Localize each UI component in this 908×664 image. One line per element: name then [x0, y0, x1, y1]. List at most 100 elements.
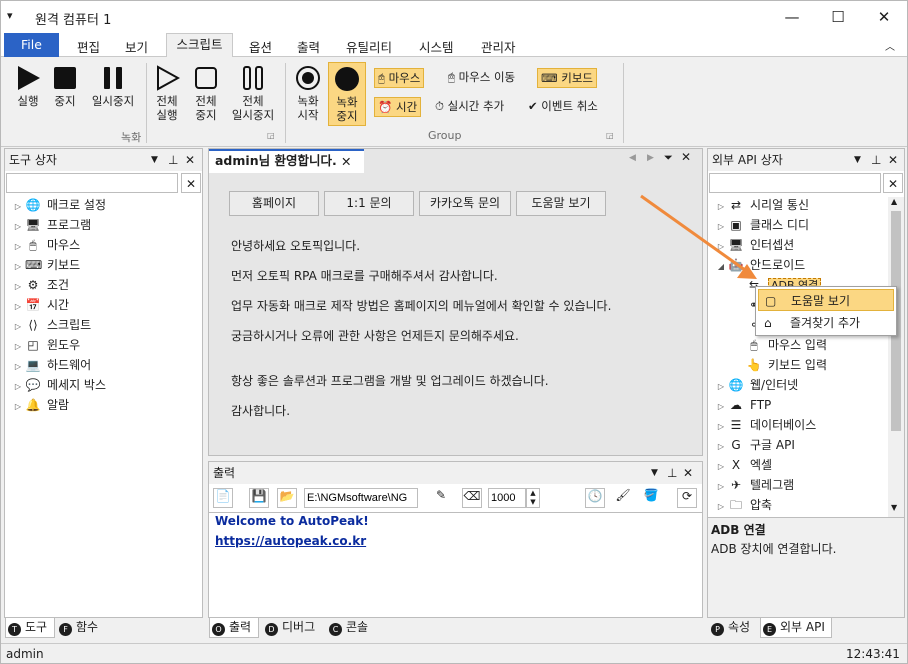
menu-output[interactable]: 출력	[297, 37, 320, 56]
expand-arrow-icon[interactable]: ▷	[11, 297, 25, 317]
realtime-add-button[interactable]: ⏱ 실시간 추가	[432, 97, 507, 117]
clear-search-icon[interactable]: ✕	[883, 173, 903, 193]
menu-options[interactable]: 옵션	[249, 37, 272, 56]
run-all-button[interactable]: 전체 실행	[150, 65, 184, 122]
expand-arrow-icon[interactable]: ▷	[11, 377, 25, 397]
output-link[interactable]: https://autopeak.co.kr	[215, 534, 366, 548]
menu-script[interactable]: 스크립트	[166, 33, 233, 58]
save-icon[interactable]: 💾	[249, 488, 269, 508]
expand-arrow-icon[interactable]: ▷	[714, 377, 728, 397]
tool-tree-item[interactable]: ▷ 🖱 마우스	[11, 235, 80, 255]
api-tree-item[interactable]: ▷ 🗀 압축	[714, 495, 772, 515]
menu-file[interactable]: File	[4, 33, 59, 57]
scroll-right-icon[interactable]: ▶	[647, 153, 654, 163]
panel-dropdown-icon[interactable]: ▼	[854, 149, 861, 171]
close-button[interactable]: ✕	[861, 1, 907, 33]
expand-arrow-icon[interactable]: ▷	[11, 317, 25, 337]
tab-list-icon[interactable]: ⏷	[664, 151, 673, 165]
group-launcher-icon[interactable]: ◲	[267, 131, 275, 140]
tool-tree-item[interactable]: ▷ 💬 메세지 박스	[11, 375, 106, 395]
expand-arrow-icon[interactable]: ▷	[714, 437, 728, 457]
expand-arrow-icon[interactable]: ▷	[714, 457, 728, 477]
tool-search-input[interactable]	[6, 173, 178, 193]
tool-tree-item[interactable]: ▷ 🔔 알람	[11, 395, 69, 415]
delay-input[interactable]	[488, 488, 526, 508]
panel-close-icon[interactable]: ✕	[683, 462, 693, 484]
record-start-button[interactable]: 녹화 시작	[290, 65, 326, 122]
scroll-down-icon[interactable]: ▼	[891, 503, 897, 512]
pin-icon[interactable]: ⊥	[168, 149, 178, 171]
record-keyboard-toggle[interactable]: ⌨ 키보드	[537, 68, 598, 88]
tab-console[interactable]: C 콘솔	[327, 618, 377, 638]
api-tree-item[interactable]: 👆 키보드 입력	[732, 355, 828, 375]
tab-output[interactable]: O 출력	[209, 618, 259, 638]
record-mouse-toggle[interactable]: 🖰 마우스	[374, 68, 425, 88]
tool-tree-item[interactable]: ▷ 🌐 매크로 설정	[11, 195, 106, 215]
pin-icon[interactable]: ⊥	[871, 149, 881, 171]
scroll-left-icon[interactable]: ◀	[629, 153, 636, 163]
tab-functions[interactable]: F 함수	[57, 618, 107, 638]
context-help-item[interactable]: ▢ 도움말 보기	[758, 289, 894, 311]
stop-button[interactable]: 중지	[50, 65, 80, 108]
expand-arrow-icon[interactable]: ▷	[714, 477, 728, 497]
tool-tree-item[interactable]: ▷ ⟨⟩ 스크립트	[11, 315, 91, 335]
panel-close-icon[interactable]: ✕	[185, 149, 195, 171]
expand-arrow-icon[interactable]: ▷	[11, 357, 25, 377]
menu-system[interactable]: 시스템	[419, 37, 454, 56]
api-tree-item[interactable]: ▷ ☰ 데이터베이스	[714, 415, 816, 435]
event-cancel-button[interactable]: ✔ 이벤트 취소	[525, 97, 601, 117]
output-path-input[interactable]	[304, 488, 418, 508]
run-button[interactable]: 실행	[11, 65, 45, 108]
eraser-icon[interactable]: ⌫	[462, 488, 482, 508]
panel-dropdown-icon[interactable]: ▼	[151, 149, 158, 171]
pause-all-button[interactable]: 전체 일시중지	[225, 65, 281, 122]
expand-arrow-icon[interactable]: ▷	[11, 397, 25, 417]
tool-tree-item[interactable]: ▷ 🖥 프로그램	[11, 215, 91, 235]
delay-stepper[interactable]: ▲ ▼	[526, 488, 540, 508]
tool-tree-item[interactable]: ▷ ⚙ 조건	[11, 275, 69, 295]
panel-close-icon[interactable]: ✕	[888, 149, 898, 171]
panel-dropdown-icon[interactable]: ▼	[651, 462, 658, 484]
maximize-button[interactable]: ☐	[815, 1, 861, 33]
expand-arrow-icon[interactable]: ▷	[714, 417, 728, 437]
menu-admin[interactable]: 관리자	[481, 37, 516, 56]
api-tree-item[interactable]: 🖱 마우스 입력	[732, 335, 827, 355]
api-tree-item[interactable]: ▷ ✈ 텔레그램	[714, 475, 794, 495]
record-time-toggle[interactable]: ⏰ 시간	[374, 97, 422, 117]
record-stop-button[interactable]: 녹화 중지	[328, 62, 366, 126]
api-tree-item[interactable]: ▷ G 구글 API	[714, 435, 795, 455]
minimize-button[interactable]: —	[769, 1, 815, 33]
refresh-icon[interactable]: ⟳	[677, 488, 697, 508]
tab-welcome[interactable]: admin님 환영합니다. ✕	[209, 149, 364, 173]
scroll-up-icon[interactable]: ▲	[891, 197, 897, 206]
tool-tree-item[interactable]: ▷ ⌨ 키보드	[11, 255, 80, 275]
system-menu-icon[interactable]: ▾	[7, 9, 13, 22]
api-tree-item[interactable]: ▷ 🌐 웹/인터넷	[714, 375, 798, 395]
tab-external-api[interactable]: E 외부 API	[760, 618, 832, 638]
expand-arrow-icon[interactable]: ▷	[11, 277, 25, 297]
context-favorite-item[interactable]: ⌂ 즐겨찾기 추가	[758, 312, 894, 334]
ribbon-collapse-icon[interactable]: ︿	[885, 38, 895, 53]
record-mouse-move-toggle[interactable]: 🖱 마우스 이동	[445, 68, 518, 88]
expand-arrow-icon[interactable]: ▷	[714, 497, 728, 517]
paint-bucket-icon[interactable]: 🪣	[641, 488, 661, 508]
tool-tree-item[interactable]: ▷ ◰ 윈도우	[11, 335, 80, 355]
api-tree-item[interactable]: ▷ X 엑셀	[714, 455, 772, 475]
pin-icon[interactable]: ⊥	[667, 462, 677, 484]
expand-arrow-icon[interactable]: ▷	[11, 257, 25, 277]
expand-arrow-icon[interactable]: ▷	[11, 197, 25, 217]
expand-arrow-icon[interactable]: ▷	[714, 397, 728, 417]
pause-button[interactable]: 일시중지	[85, 65, 141, 108]
brush-icon[interactable]: 🖌	[613, 488, 633, 508]
stop-all-button[interactable]: 전체 중지	[189, 65, 223, 122]
menu-edit[interactable]: 편집	[77, 37, 100, 56]
help-button[interactable]: 도움말 보기	[516, 191, 606, 216]
homepage-button[interactable]: 홈페이지	[229, 191, 319, 216]
tab-debug[interactable]: D 디버그	[263, 618, 325, 638]
kakaotalk-inquiry-button[interactable]: 카카오톡 문의	[419, 191, 511, 216]
expand-arrow-icon[interactable]: ▷	[11, 237, 25, 257]
tool-tree-item[interactable]: ▷ 📅 시간	[11, 295, 69, 315]
eraser-brush-icon[interactable]: ✎	[431, 488, 451, 508]
folder-open-icon[interactable]: 📂	[277, 488, 297, 508]
api-tree-item[interactable]: ▷ ☁ FTP	[714, 395, 771, 415]
